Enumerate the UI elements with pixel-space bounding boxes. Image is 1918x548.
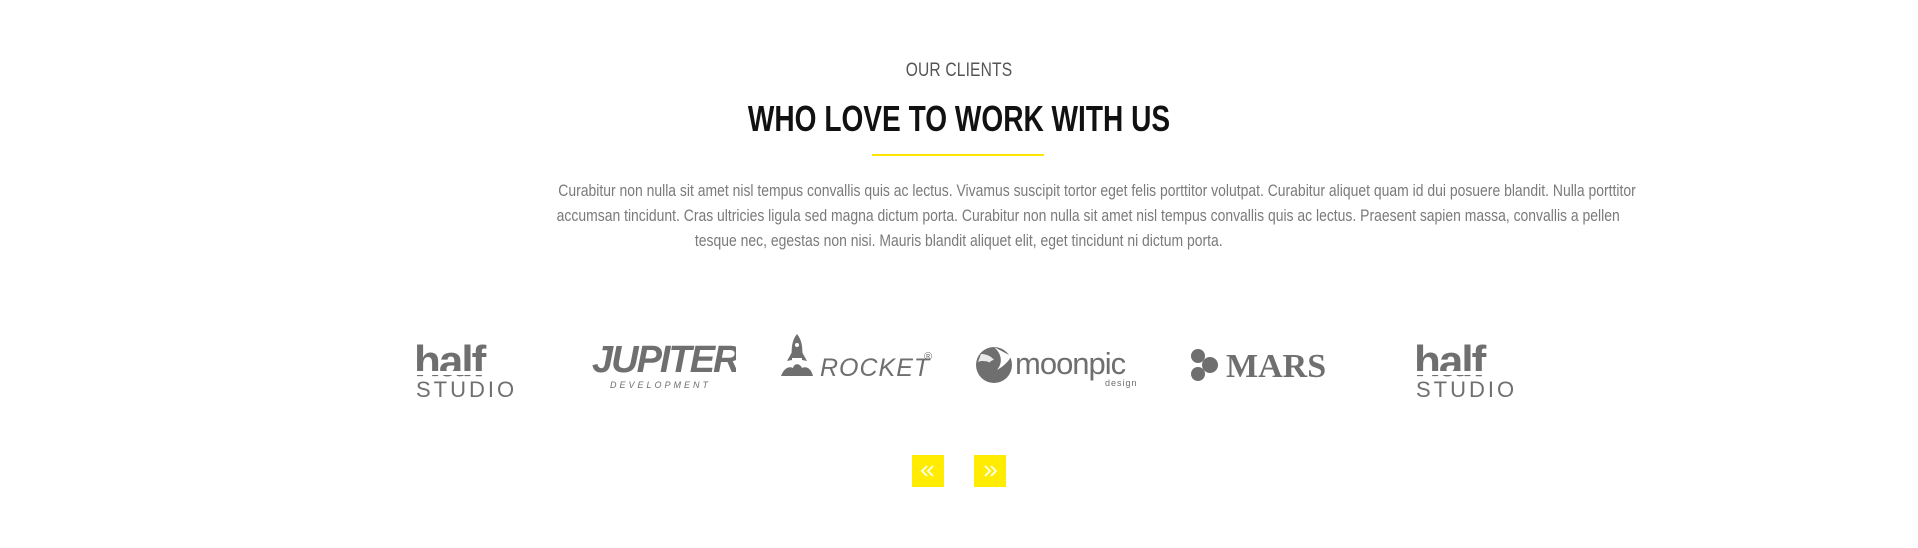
logo-subtext: DEVELOPMENT: [610, 380, 711, 390]
carousel-next-button[interactable]: [974, 455, 1006, 487]
logo-text: ROCKET: [820, 354, 931, 382]
section-eyebrow: OUR CLIENTS: [905, 60, 1013, 81]
double-chevron-right-icon: [984, 465, 997, 477]
logo-text: moonpic: [1015, 346, 1126, 381]
logo-rocket: ROCKET ®: [778, 330, 938, 410]
dots-icon: [1191, 349, 1218, 381]
double-chevron-left-icon: [921, 465, 934, 477]
rocket-icon: [781, 334, 813, 376]
title-divider: [872, 154, 1044, 156]
logo-subtext: STUDIO: [416, 377, 517, 402]
carousel-prev-button[interactable]: [912, 455, 944, 487]
description-line: Curabitur non nulla sit amet nisl tempus…: [558, 181, 1636, 200]
logo-text: JUPITER: [592, 339, 736, 381]
logo-mars: MARS: [1186, 330, 1338, 410]
section-description: Curabitur non nulla sit amet nisl tempus…: [440, 178, 1636, 253]
clients-section: OUR CLIENTS WHO LOVE TO WORK WITH US Cur…: [0, 0, 1918, 548]
logo-subtext: STUDIO: [1416, 377, 1517, 402]
aperture-icon: [976, 347, 1012, 383]
logo-half-studio: half STUDIO: [408, 330, 518, 410]
section-title: WHO LOVE TO WORK WITH US: [747, 98, 1171, 139]
logo-half-studio: half STUDIO: [1408, 330, 1518, 410]
client-logos-carousel: half STUDIO JUPITER DEVELOPMENT ROCKET ®…: [400, 330, 1518, 410]
registered-mark: ®: [924, 351, 932, 363]
description-line: accumsan tincidunt. Cras ultricies ligul…: [556, 206, 1620, 225]
logo-jupiter: JUPITER DEVELOPMENT: [588, 330, 736, 410]
logo-text: MARS: [1226, 348, 1326, 385]
logo-moonpic: moonpic design: [975, 330, 1145, 410]
description-line: tesque nec, egestas non nisi. Mauris bla…: [695, 231, 1223, 250]
logo-subtext: design: [1105, 378, 1138, 388]
